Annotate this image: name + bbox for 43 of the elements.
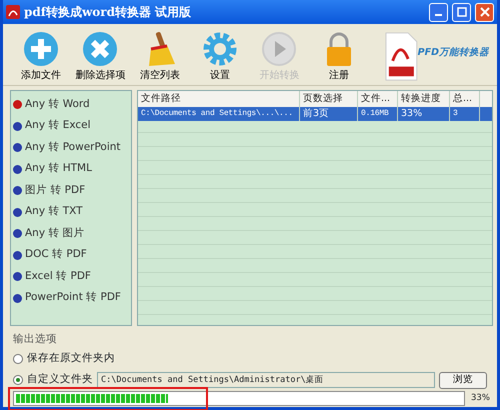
section-heading: 输出选项 bbox=[13, 332, 58, 347]
format-item[interactable]: Any 转 Word bbox=[13, 94, 129, 116]
format-item[interactable]: Any 转 TXT bbox=[13, 202, 129, 223]
toolbar-button[interactable]: 设置 bbox=[190, 30, 250, 83]
close-icon bbox=[480, 7, 490, 17]
close-button[interactable] bbox=[475, 2, 494, 22]
radio-button[interactable] bbox=[13, 375, 23, 386]
folder-field[interactable]: C:\Documents and Settings\Administrator\桌面 bbox=[97, 372, 435, 388]
window-title: pdf转换成word转换器 试用版 bbox=[24, 4, 192, 21]
format-item[interactable]: Any 转 PowerPoint bbox=[13, 137, 129, 158]
format-item[interactable]: DOC 转 PDF bbox=[13, 244, 129, 266]
close-icon bbox=[81, 30, 120, 68]
radio-label: 自定义文件夹 bbox=[27, 372, 93, 388]
maximize-icon bbox=[456, 7, 466, 17]
pdf-file-icon bbox=[384, 31, 418, 83]
table-cell: 33% bbox=[398, 107, 450, 121]
minimize-button[interactable] bbox=[429, 2, 448, 22]
toolbar-button[interactable]: 清空列表 bbox=[130, 30, 190, 83]
app-icon bbox=[6, 5, 20, 19]
radio-button[interactable] bbox=[13, 354, 23, 364]
format-item[interactable]: Excel 转 PDF bbox=[13, 266, 129, 288]
radio-label: 保存在原文件夹内 bbox=[27, 351, 115, 366]
format-item[interactable]: PowerPoint 转 PDF bbox=[13, 288, 129, 309]
toolbar-button[interactable]: 添加文件 bbox=[11, 30, 71, 83]
table-cell: 3 bbox=[450, 107, 480, 121]
plus-icon bbox=[22, 30, 60, 68]
format-item[interactable]: Any 转 图片 bbox=[13, 223, 129, 244]
maximize-button[interactable] bbox=[452, 2, 471, 22]
table-row[interactable]: C:\Documents and Settings\...\... 前3页 0.16MB 33% 3 bbox=[138, 107, 492, 121]
format-item[interactable]: 图片 转 PDF bbox=[13, 180, 129, 202]
format-item[interactable]: Any 转 HTML bbox=[13, 158, 129, 180]
table-cell: C:\Documents and Settings\...\... bbox=[138, 107, 300, 121]
minimize-icon bbox=[435, 14, 442, 16]
play-icon bbox=[260, 30, 298, 68]
toolbar-button[interactable]: 删除选择项 bbox=[70, 30, 130, 83]
table-cell: 0.16MB bbox=[358, 107, 398, 121]
table-cell: 前3页 bbox=[300, 107, 358, 121]
progress-text: 33% bbox=[471, 392, 490, 405]
brand-name: PFD万能转换器 bbox=[418, 46, 489, 60]
settings-icon bbox=[200, 30, 239, 68]
browse-button[interactable]: 浏览 bbox=[439, 372, 487, 389]
format-item[interactable]: Any 转 Excel bbox=[13, 116, 129, 137]
toolbar-button[interactable]: 注册 bbox=[309, 30, 369, 83]
